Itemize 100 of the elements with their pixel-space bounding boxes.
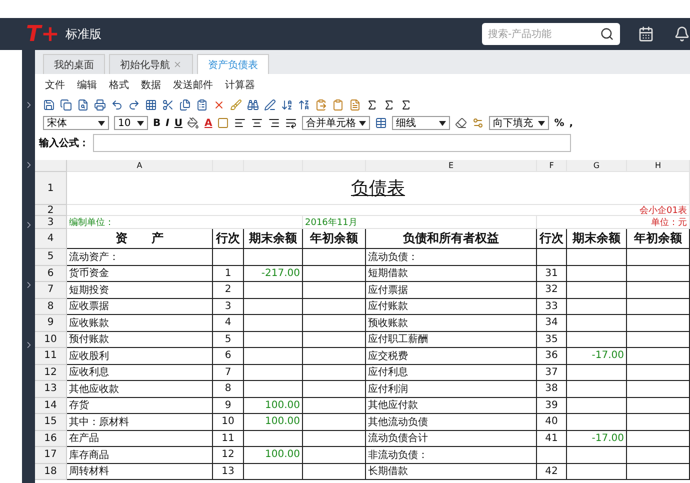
italic-button[interactable]: I <box>166 118 170 128</box>
search-icon[interactable] <box>600 27 614 41</box>
font-color-button[interactable]: A <box>204 118 212 128</box>
table-cell <box>567 447 627 464</box>
table-cell: 短期投资 <box>67 282 213 298</box>
table-cell <box>303 414 366 430</box>
underline-button[interactable]: U <box>174 118 182 128</box>
bold-button[interactable]: B <box>153 118 161 128</box>
caret-icon[interactable] <box>98 120 105 126</box>
table-cell <box>303 348 366 364</box>
align-right-icon[interactable] <box>268 117 280 129</box>
table-cell <box>567 298 627 315</box>
files-icon[interactable] <box>179 99 191 111</box>
table-cell <box>303 364 366 381</box>
paste-icon[interactable] <box>315 99 327 111</box>
table-cell <box>244 430 303 447</box>
align-left-icon[interactable] <box>234 117 246 129</box>
table-cell <box>567 249 627 266</box>
menu-item[interactable]: 计算器 <box>225 78 255 92</box>
grid-icon[interactable] <box>145 99 157 111</box>
row-header: 18 <box>35 464 67 480</box>
table-cell: 非流动负债： <box>366 447 537 464</box>
table-cell: -217.00 <box>244 266 303 282</box>
caret-icon[interactable] <box>538 120 546 126</box>
table-cell: 其他流动负债 <box>366 414 537 430</box>
row-header: 6 <box>35 266 67 282</box>
menu-item[interactable]: 编辑 <box>77 78 97 92</box>
row-header: 4 <box>35 229 67 249</box>
table-cell: 2 <box>213 282 244 298</box>
redo-icon[interactable] <box>128 99 140 111</box>
undo-icon[interactable] <box>111 99 123 111</box>
table-cell: 其他应收款 <box>67 381 213 398</box>
caret-icon[interactable] <box>359 120 366 126</box>
delete-icon[interactable] <box>213 99 225 111</box>
tab[interactable]: 我的桌面 <box>43 54 105 74</box>
copy-icon[interactable] <box>60 99 72 111</box>
preview-icon[interactable] <box>77 99 89 111</box>
table-cell <box>627 249 690 266</box>
caret-icon[interactable] <box>137 120 144 126</box>
font-size-dropdown[interactable]: 10 <box>114 116 148 130</box>
align-center-icon[interactable] <box>251 117 264 129</box>
table-cell: 应付利息 <box>366 364 537 381</box>
comma-button[interactable]: , <box>569 118 574 128</box>
menu-item[interactable]: 数据 <box>141 78 161 92</box>
table-cell: 32 <box>537 282 567 298</box>
table-cell <box>303 332 366 348</box>
menu-item[interactable]: 发送邮件 <box>173 78 213 92</box>
paint-bucket-icon[interactable] <box>187 117 200 129</box>
formula-field[interactable] <box>93 134 571 152</box>
table-cell: 33 <box>537 298 567 315</box>
sort-descending-icon[interactable] <box>298 99 310 111</box>
table-icon[interactable] <box>375 117 388 129</box>
clipboard-icon[interactable] <box>196 99 208 111</box>
caret-icon[interactable] <box>439 120 446 126</box>
printer-icon[interactable] <box>94 99 106 111</box>
bell-icon[interactable] <box>674 26 690 42</box>
column-header: G <box>567 160 627 172</box>
border-dropdown[interactable]: 细线 <box>392 116 450 130</box>
table-cell <box>627 282 690 298</box>
menu-item[interactable]: 文件 <box>45 78 65 92</box>
row-header: 10 <box>35 332 67 348</box>
square-icon[interactable] <box>217 117 230 129</box>
table-cell: 应收股利 <box>67 348 213 364</box>
font-dropdown[interactable]: 宋体 <box>43 116 109 130</box>
sigma-icon[interactable] <box>366 99 378 111</box>
percent-button[interactable]: % <box>554 118 564 128</box>
menu-item[interactable]: 格式 <box>109 78 129 92</box>
table-cell <box>303 381 366 398</box>
wrap-icon[interactable] <box>285 117 298 129</box>
scissors-icon[interactable] <box>162 99 174 111</box>
save-icon[interactable] <box>43 99 55 111</box>
brush-icon[interactable] <box>230 99 242 111</box>
sigma-icon[interactable] <box>383 99 395 111</box>
fill-dropdown[interactable]: 向下填充 <box>489 116 550 130</box>
table-cell: 在产品 <box>67 430 213 447</box>
binoculars-icon[interactable] <box>247 99 259 111</box>
tab[interactable]: 初始化导航 <box>109 54 193 74</box>
table-cell: 预付账款 <box>67 332 213 348</box>
sort-ascending-icon[interactable] <box>281 99 293 111</box>
table-cell: 应收账款 <box>67 315 213 332</box>
tab[interactable]: 资产负债表 <box>197 54 269 74</box>
eraser-icon[interactable] <box>455 117 468 129</box>
table-cell: 应交税费 <box>366 348 537 364</box>
pen-icon[interactable] <box>264 99 276 111</box>
document-icon[interactable] <box>349 99 361 111</box>
sigma-icon[interactable] <box>400 99 412 111</box>
column-header: F <box>537 160 567 172</box>
calendar-icon[interactable] <box>638 26 654 42</box>
table-cell: 40 <box>537 414 567 430</box>
merge-dropdown[interactable]: 合并单元格 <box>302 116 370 130</box>
clipboard-icon[interactable] <box>332 99 344 111</box>
table-cell <box>567 282 627 298</box>
table-cell: 31 <box>537 266 567 282</box>
table-cell: 100.00 <box>244 398 303 414</box>
settings-icon[interactable] <box>472 117 484 129</box>
table-cell: 资 产 <box>67 229 213 249</box>
table-cell: 4 <box>213 315 244 332</box>
row-header: 16 <box>35 430 67 447</box>
row-header: 11 <box>35 348 67 364</box>
table-cell: 流动资产： <box>67 249 213 266</box>
